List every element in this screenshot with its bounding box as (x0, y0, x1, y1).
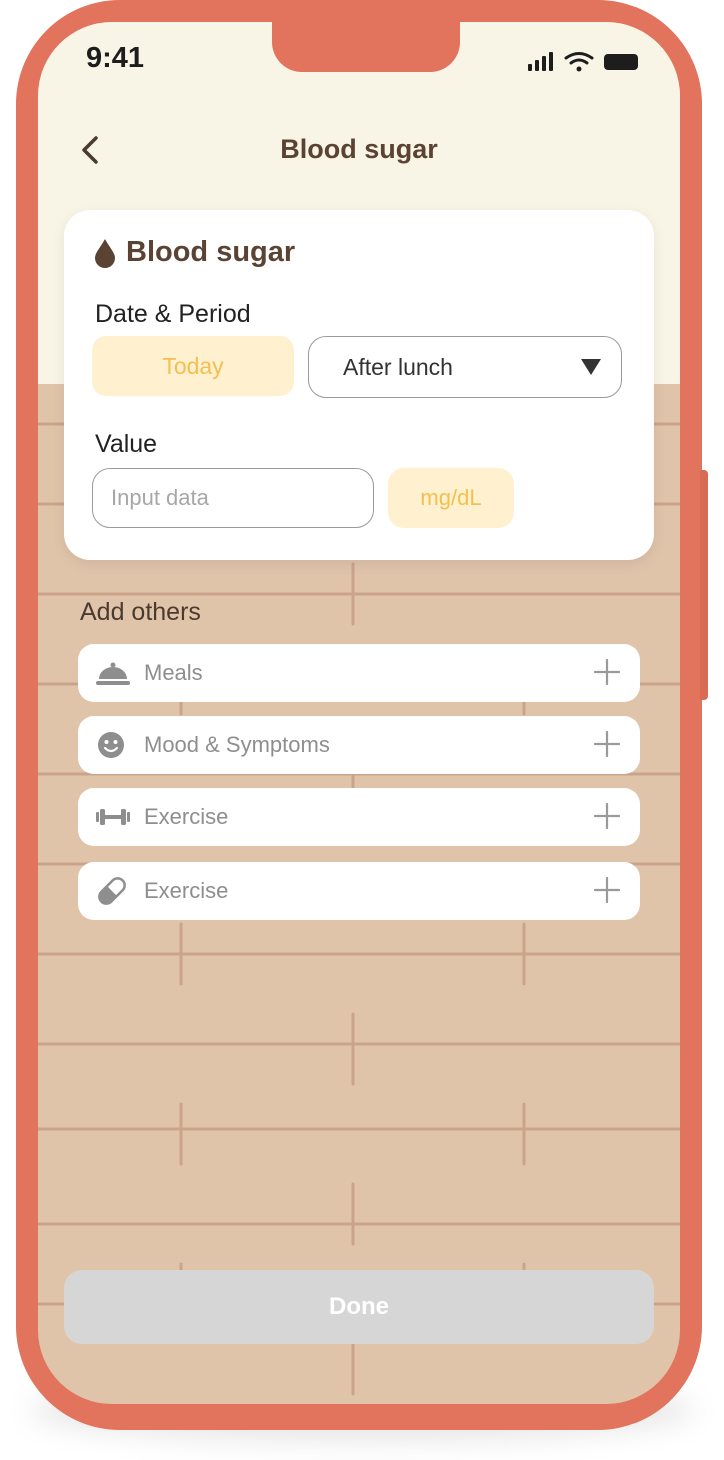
row-label: Meals (144, 660, 203, 685)
period-dropdown[interactable]: After lunch (308, 336, 622, 398)
meal-cloche-icon (96, 662, 130, 685)
row-label: Exercise (144, 878, 229, 903)
add-meals-row[interactable]: Meals (78, 644, 640, 702)
today-button[interactable]: Today (92, 336, 294, 396)
date-period-label: Date & Period (95, 300, 251, 328)
add-medication-row[interactable]: Exercise (78, 862, 640, 920)
add-others-title: Add others (80, 598, 201, 626)
done-button[interactable]: Done (64, 1270, 654, 1344)
card-heading: Blood sugar (94, 236, 295, 269)
plus-icon[interactable] (594, 731, 620, 757)
card-title: Blood sugar (126, 236, 296, 268)
status-icons (528, 52, 638, 72)
notch (272, 22, 460, 72)
dumbbell-icon (96, 809, 130, 825)
dropdown-triangle-icon (581, 359, 601, 375)
value-label: Value (95, 430, 158, 458)
status-time: 9:41 (86, 42, 145, 74)
battery-icon (604, 54, 638, 70)
cellular-signal-icon (528, 52, 553, 71)
plus-icon[interactable] (594, 803, 620, 829)
pill-icon (98, 877, 126, 905)
wifi-icon (564, 52, 594, 72)
blood-drop-icon (95, 238, 115, 268)
smiley-icon (98, 732, 124, 758)
value-input[interactable] (92, 468, 374, 528)
add-mood-symptoms-row[interactable]: Mood & Symptoms (78, 716, 640, 774)
row-label: Mood & Symptoms (144, 732, 330, 757)
unit-button[interactable]: mg/dL (388, 468, 514, 528)
side-button (700, 470, 708, 700)
page-title: Blood sugar (280, 134, 438, 164)
plus-icon[interactable] (594, 877, 620, 903)
plus-icon[interactable] (594, 659, 620, 685)
add-exercise-row[interactable]: Exercise (78, 788, 640, 846)
phone-screen: 9:41 Blood sugar Blood sugar Date & Peri… (38, 22, 680, 1404)
row-label: Exercise (144, 804, 229, 829)
blood-sugar-card: Blood sugar Date & Period Today After lu… (64, 210, 654, 560)
period-selected-value: After lunch (343, 353, 453, 380)
